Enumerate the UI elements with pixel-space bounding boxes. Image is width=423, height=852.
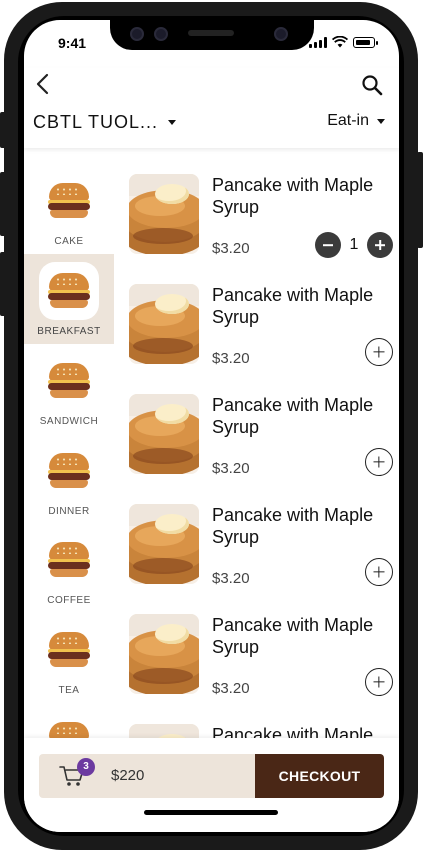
checkout-button[interactable]: CHECKOUT: [255, 754, 384, 798]
mute-switch: [0, 112, 6, 148]
category-label: TEA: [58, 685, 80, 696]
add-to-cart-button[interactable]: [365, 338, 393, 366]
product-name: Pancake with Maple Syrup: [212, 615, 374, 657]
add-to-cart-button[interactable]: [365, 448, 393, 476]
volume-down-button: [0, 252, 6, 316]
checkout-bar: 3 $220 CHECKOUT: [24, 738, 399, 832]
product-name: Pancake with Maple Syrup: [212, 175, 374, 217]
product-item[interactable]: Pancake with Maple: [114, 698, 399, 738]
product-price: $3.20: [212, 680, 250, 697]
store-name: CBTL TUOL...: [33, 112, 159, 132]
pancake-image: [129, 284, 199, 364]
category-image: [39, 172, 99, 230]
volume-up-button: [0, 172, 6, 236]
front-camera-icon: [274, 27, 288, 41]
pancake-image: [129, 614, 199, 694]
product-price: $3.20: [212, 460, 250, 477]
category-label: BREAKFAST: [37, 326, 101, 337]
product-item[interactable]: Pancake with Maple Syrup $3.20 1: [114, 148, 399, 258]
product-price: $3.20: [212, 350, 250, 367]
product-price: $3.20: [212, 570, 250, 587]
category-label: CAKE: [54, 236, 84, 247]
cart-count-badge: 3: [77, 758, 95, 776]
camera-icon: [130, 27, 144, 41]
burger-icon: [47, 271, 91, 311]
product-name: Pancake with Maple Syrup: [212, 285, 374, 327]
product-name: Pancake with Maple Syrup: [212, 505, 374, 547]
category-dinner[interactable]: DINNER: [24, 434, 114, 524]
product-price: $3.20: [212, 240, 250, 257]
category-label: COFFEE: [47, 595, 91, 606]
screen: 9:41 CBTL TUOL... Eat-in CAKE BREAKFAST …: [24, 20, 399, 832]
burger-icon: [47, 540, 91, 580]
burger-icon: [47, 630, 91, 670]
category-label: SANDWICH: [39, 416, 99, 427]
notch: [110, 20, 314, 50]
category-image: [39, 352, 99, 410]
wifi-icon: [332, 36, 348, 48]
category-coffee[interactable]: COFFEE: [24, 523, 114, 613]
product-name: Pancake with Maple Syrup: [212, 395, 374, 437]
search-icon[interactable]: [361, 74, 383, 96]
burger-icon: [47, 451, 91, 491]
signal-icon: [309, 37, 327, 48]
product-list: Pancake with Maple Syrup $3.20 1 Pancake…: [114, 148, 399, 738]
cart-summary[interactable]: 3 $220: [39, 754, 255, 798]
chevron-left-icon[interactable]: [32, 72, 56, 96]
burger-icon: [47, 181, 91, 221]
category-image: [39, 621, 99, 679]
speaker-grille: [188, 30, 234, 36]
burger-icon: [47, 361, 91, 401]
minus-icon[interactable]: [315, 232, 341, 258]
category-image: [39, 442, 99, 500]
cart-total: $220: [111, 767, 145, 784]
pancake-image: [129, 724, 199, 738]
status-icons: [309, 36, 378, 48]
home-indicator[interactable]: [144, 810, 278, 815]
product-item[interactable]: Pancake with Maple Syrup $3.20: [114, 258, 399, 368]
quantity-stepper: 1: [315, 232, 393, 258]
battery-icon: [353, 37, 378, 48]
header: CBTL TUOL... Eat-in: [24, 68, 399, 148]
quantity-value: 1: [349, 236, 359, 253]
add-to-cart-button[interactable]: [365, 558, 393, 586]
category-sandwich[interactable]: SANDWICH: [24, 344, 114, 434]
add-to-cart-button[interactable]: [365, 668, 393, 696]
caret-down-icon: [377, 118, 385, 124]
category-image: [39, 531, 99, 589]
plus-icon[interactable]: [367, 232, 393, 258]
power-button: [417, 152, 423, 248]
product-item[interactable]: Pancake with Maple Syrup $3.20: [114, 588, 399, 698]
caret-down-icon: [168, 120, 177, 125]
sensor-icon: [154, 27, 168, 41]
dining-mode-label: Eat-in: [327, 112, 369, 129]
pancake-image: [129, 174, 199, 254]
product-item[interactable]: Pancake with Maple Syrup $3.20: [114, 478, 399, 588]
pancake-image: [129, 394, 199, 474]
product-name: Pancake with Maple: [212, 725, 374, 738]
dining-mode-selector[interactable]: Eat-in: [327, 112, 385, 130]
category-sidebar: CAKE BREAKFAST SANDWICH DINNER COFFEE TE…: [24, 148, 114, 757]
category-cake[interactable]: CAKE: [24, 164, 114, 254]
category-breakfast[interactable]: BREAKFAST: [24, 254, 114, 344]
category-tea[interactable]: TEA: [24, 613, 114, 703]
product-item[interactable]: Pancake with Maple Syrup $3.20: [114, 368, 399, 478]
status-time: 9:41: [58, 35, 87, 51]
store-selector[interactable]: CBTL TUOL...: [33, 112, 177, 133]
category-label: DINNER: [48, 506, 90, 517]
category-image: [39, 262, 99, 320]
pancake-image: [129, 504, 199, 584]
